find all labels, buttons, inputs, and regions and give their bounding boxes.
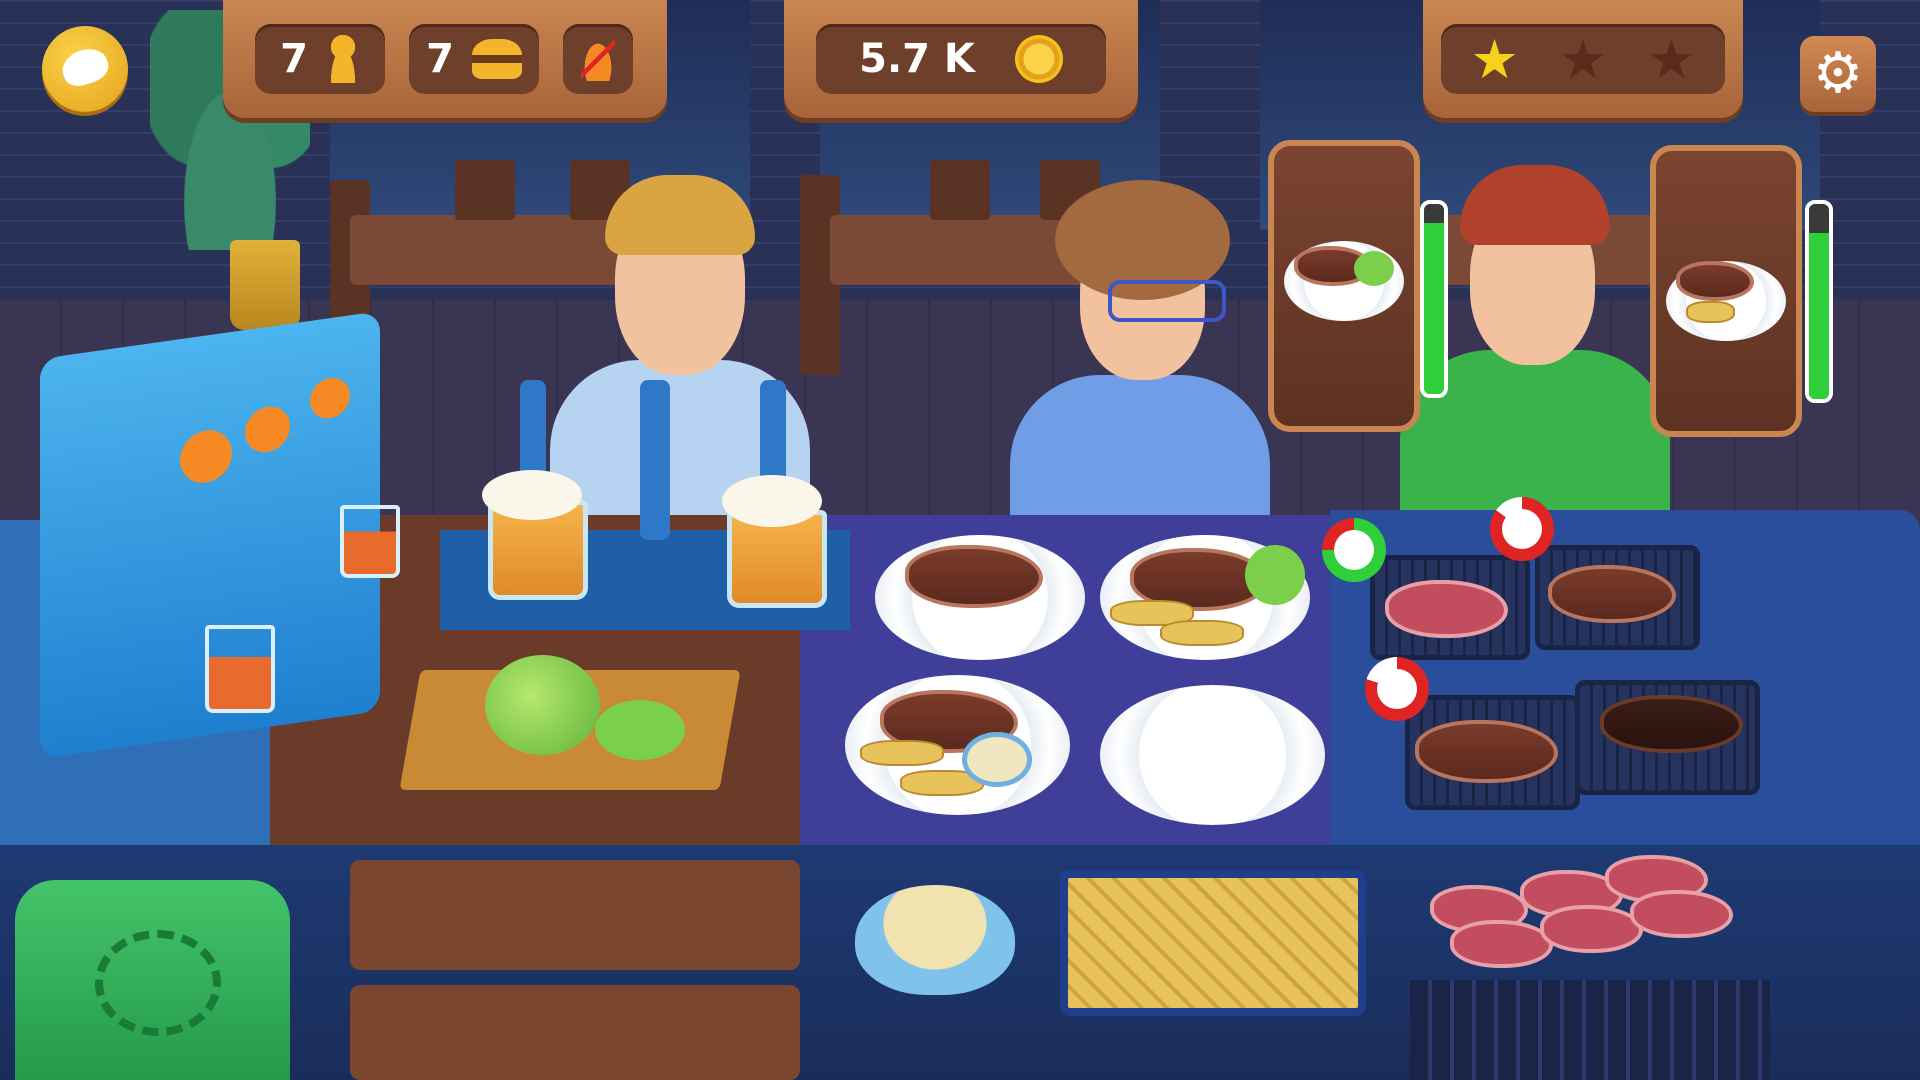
- orange-icon: [245, 403, 290, 456]
- fries-on-plate[interactable]: [860, 740, 944, 766]
- fries-on-plate[interactable]: [1160, 620, 1244, 646]
- trash-bin[interactable]: [15, 880, 290, 1080]
- cooked-steak-on-grill[interactable]: [1548, 565, 1676, 623]
- beer-foam: [482, 470, 582, 520]
- patience-meter: [1805, 200, 1833, 403]
- hair: [1460, 165, 1610, 245]
- burnt-steak-on-grill[interactable]: [1600, 695, 1743, 753]
- lettuce-leaf[interactable]: [595, 700, 685, 760]
- glasses: [1108, 280, 1226, 322]
- lettuce-on-plate[interactable]: [1245, 545, 1305, 605]
- burgers-count: 7: [426, 36, 454, 82]
- fries-icon: [1686, 301, 1735, 323]
- patience-meter: [1420, 200, 1448, 398]
- chair: [930, 160, 990, 220]
- beer-tap[interactable]: [640, 380, 670, 540]
- recycle-icon: [95, 930, 221, 1036]
- sauce-cup[interactable]: [962, 732, 1032, 787]
- coin-icon: [1014, 35, 1063, 83]
- raw-steak-on-grill[interactable]: [1385, 580, 1508, 638]
- beer-foam: [722, 475, 822, 527]
- sauce-bowl[interactable]: [855, 885, 1015, 995]
- orange-icon: [180, 426, 232, 487]
- lettuce-icon: [1354, 251, 1394, 286]
- stars-panel: ★ ★ ★: [1423, 0, 1743, 118]
- star-icon: ★: [1558, 27, 1608, 91]
- coins-display: 5.7 K: [816, 24, 1106, 94]
- goals-panel: 7 7: [223, 0, 667, 118]
- gear-icon: ⚙: [1812, 41, 1864, 106]
- person-icon: [325, 35, 360, 83]
- customers-counter: 7: [255, 24, 385, 94]
- drawer: [350, 860, 800, 970]
- customers-count: 7: [280, 36, 308, 82]
- burgers-counter: 7: [409, 24, 539, 94]
- no-fire-badge: [563, 24, 633, 94]
- fries-tray[interactable]: [1060, 870, 1366, 1016]
- star-icon: ★: [1470, 27, 1519, 91]
- burger-icon: [471, 39, 522, 79]
- juice-glass[interactable]: [340, 505, 400, 578]
- juice-glass[interactable]: [205, 625, 275, 713]
- coins-panel: 5.7 K: [784, 0, 1138, 118]
- hair: [605, 175, 755, 255]
- grill-timer: [1490, 497, 1554, 561]
- orange-icon: [310, 375, 350, 421]
- lettuce[interactable]: [485, 655, 600, 755]
- shirt: [1010, 375, 1270, 520]
- stars-display: ★ ★ ★: [1441, 24, 1725, 94]
- settings-button[interactable]: ⚙: [1800, 36, 1876, 112]
- customer-woman-glasses[interactable]: [1010, 180, 1270, 520]
- order-bubble: [1268, 140, 1420, 432]
- oven-rack: [1410, 980, 1770, 1080]
- grill-timer: [1365, 657, 1429, 721]
- cooked-steak-on-grill[interactable]: [1415, 720, 1558, 783]
- drawer: [350, 985, 800, 1080]
- plate[interactable]: [1100, 685, 1325, 825]
- grill-timer: [1322, 518, 1386, 582]
- steak-on-plate[interactable]: [905, 545, 1043, 608]
- menu-button[interactable]: [42, 26, 128, 112]
- coins-amount: 5.7 K: [859, 36, 975, 82]
- no-fire-icon: [581, 37, 615, 81]
- bread-icon: [57, 43, 113, 91]
- star-icon: ★: [1647, 27, 1696, 91]
- raw-steaks-pile[interactable]: [1430, 845, 1733, 968]
- chair: [455, 160, 515, 220]
- steak-icon: [1676, 261, 1754, 301]
- plant-pot: [230, 240, 300, 330]
- order-bubble: [1650, 145, 1802, 437]
